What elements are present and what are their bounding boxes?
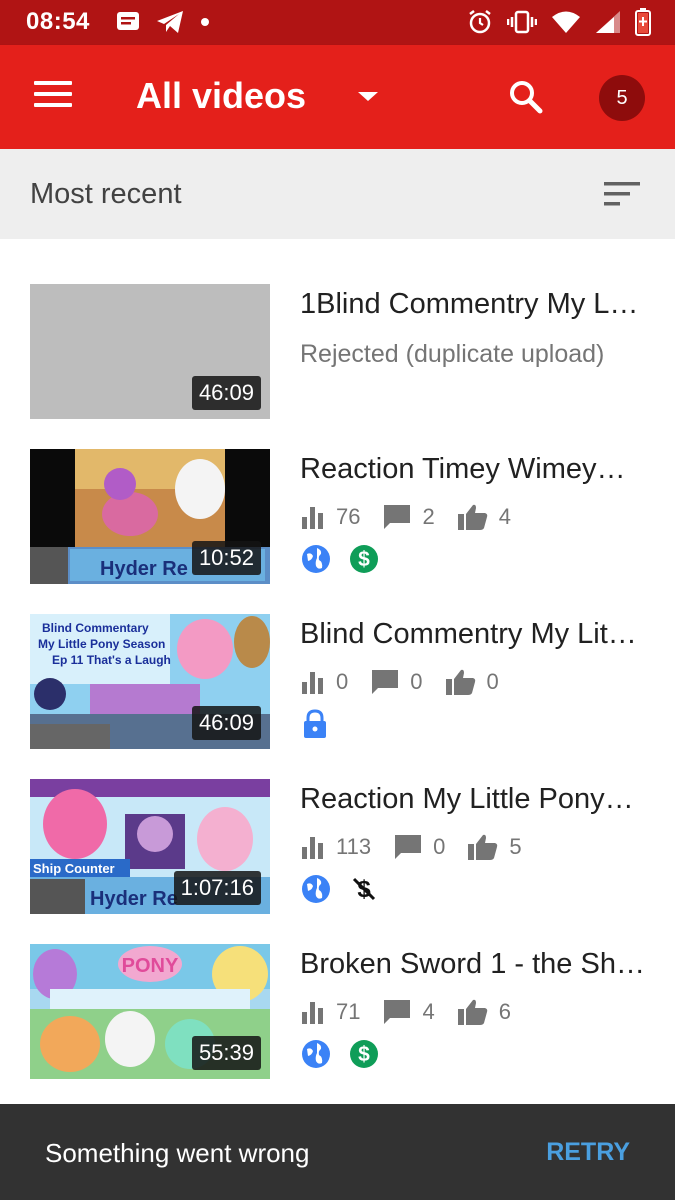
views-icon: [302, 672, 323, 694]
video-title: Broken Sword 1 - the Sh…: [300, 948, 645, 980]
views-count: 71: [336, 999, 361, 1024]
status-time: 08:54: [26, 8, 90, 35]
comments-icon: [372, 670, 399, 694]
comments-count: 0: [410, 669, 423, 694]
menu-icon[interactable]: [34, 81, 72, 111]
video-duration: 10:52: [191, 541, 261, 575]
views-icon: [302, 507, 323, 529]
telegram-notification-icon: [157, 11, 183, 33]
likes-icon: [445, 669, 475, 695]
video-row[interactable]: Hyder Re 10:52 Reaction Timey Wimey… 76 …: [0, 449, 675, 599]
likes-icon: [468, 834, 498, 860]
svg-text:Hyder Re: Hyder Re: [100, 558, 188, 580]
views-icon: [302, 837, 323, 859]
battery-icon: [635, 8, 651, 36]
video-title: Reaction My Little Pony…: [300, 783, 634, 815]
comments-count: 0: [433, 834, 446, 859]
svg-text:$: $: [358, 548, 370, 571]
video-title: Blind Commentry My Lit…: [300, 618, 637, 650]
svg-text:Blind Commentary: Blind Commentary: [42, 621, 149, 635]
likes-icon: [457, 504, 487, 530]
video-title: Reaction Timey Wimey…: [300, 453, 626, 485]
dropdown-arrow-icon: [358, 91, 379, 101]
not-monetized-dollar-icon: $: [352, 876, 376, 903]
comments-icon: [384, 505, 411, 529]
more-notifications-dot-icon: [201, 18, 209, 26]
comments-icon: [384, 1000, 411, 1024]
alarm-icon: [469, 10, 491, 34]
views-count: 113: [336, 834, 372, 859]
video-status: Rejected (duplicate upload): [300, 340, 605, 368]
comments-icon: [395, 835, 422, 859]
vibrate-icon: [507, 10, 537, 34]
video-thumbnail: Hyder Re 10:52: [30, 449, 270, 584]
video-stats: 0 0 0: [300, 666, 521, 698]
app-bar: All videos 5: [0, 45, 675, 149]
public-globe-icon: [302, 875, 330, 903]
likes-count: 4: [498, 504, 511, 529]
comments-count: 4: [422, 999, 435, 1024]
video-row[interactable]: PONY 55:39 Broken Sword 1 - the Sh… 71 4: [0, 944, 675, 1094]
likes-count: 6: [498, 999, 511, 1024]
status-bar: 08:54: [0, 0, 675, 45]
cell-signal-icon: [596, 11, 620, 33]
video-duration: 1:07:16: [173, 871, 261, 905]
video-stats: 113 0 5: [300, 831, 544, 863]
message-notification-icon: [117, 12, 139, 30]
sort-icon[interactable]: [604, 180, 640, 208]
video-row[interactable]: Blind Commentary My Little Pony Season E…: [0, 614, 675, 764]
svg-text:PONY: PONY: [122, 955, 179, 977]
likes-count: 0: [486, 669, 499, 694]
svg-text:$: $: [358, 1043, 370, 1066]
video-filter-dropdown[interactable]: All videos: [136, 75, 379, 117]
search-icon[interactable]: [506, 77, 546, 117]
likes-icon: [457, 999, 487, 1025]
snackbar-message: Something went wrong: [45, 1138, 310, 1168]
video-row[interactable]: 46:09 1Blind Commentry My L… Rejected (d…: [0, 284, 675, 434]
comments-count: 2: [422, 504, 435, 529]
likes-count: 5: [509, 834, 522, 859]
sort-label: Most recent: [30, 178, 182, 210]
svg-text:Ship Counter: Ship Counter: [33, 861, 115, 876]
video-thumbnail: PONY 55:39: [30, 944, 270, 1079]
error-snackbar: Something went wrong RETRY: [0, 1104, 675, 1200]
video-title: 1Blind Commentry My L…: [300, 288, 639, 320]
views-count: 0: [336, 669, 349, 694]
video-duration: 55:39: [191, 1036, 261, 1070]
video-stats: 76 2 4: [300, 501, 533, 533]
private-lock-icon: [304, 709, 326, 738]
video-thumbnail: Ship Counter Hyder Re 1:07:16: [30, 779, 270, 914]
video-thumbnail: 46:09: [30, 284, 270, 419]
video-duration: 46:09: [191, 376, 261, 410]
public-globe-icon: [302, 1040, 330, 1068]
public-globe-icon: [302, 545, 330, 573]
page-title: All videos: [136, 75, 307, 116]
svg-text:Hyder Re: Hyder Re: [90, 888, 178, 910]
retry-button[interactable]: RETRY: [546, 1138, 630, 1167]
views-icon: [302, 1002, 323, 1024]
video-row[interactable]: Ship Counter Hyder Re 1:07:16 Reaction M…: [0, 779, 675, 929]
video-thumbnail: Blind Commentary My Little Pony Season E…: [30, 614, 270, 749]
svg-text:Ep 11 That's a Laugh: Ep 11 That's a Laugh: [52, 653, 171, 667]
video-stats: 71 4 6: [300, 996, 533, 1028]
sort-bar: Most recent: [0, 149, 675, 239]
video-duration: 46:09: [191, 706, 261, 740]
views-count: 76: [336, 504, 361, 529]
monetized-dollar-icon: $: [350, 545, 378, 573]
svg-text:My Little Pony Season: My Little Pony Season: [38, 637, 165, 651]
monetized-dollar-icon: $: [350, 1040, 378, 1068]
wifi-icon: [552, 11, 580, 33]
notifications-badge[interactable]: 5: [599, 75, 645, 121]
